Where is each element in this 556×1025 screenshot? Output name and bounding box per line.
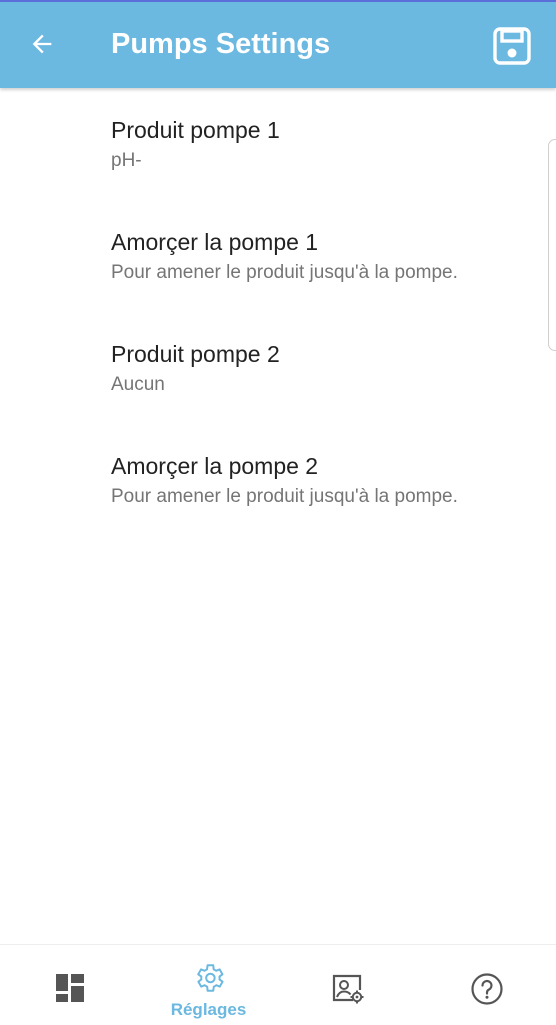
settings-list: Produit pompe 1 pH- Amorçer la pompe 1 P…: [0, 88, 556, 536]
setting-title: Produit pompe 2: [111, 341, 280, 367]
setting-item-amorcer-pompe-2[interactable]: Amorçer la pompe 2 Pour amener le produi…: [0, 424, 556, 536]
nav-item-reglages[interactable]: Réglages: [139, 945, 278, 1025]
setting-subtitle: pH-: [111, 150, 142, 171]
setting-subtitle: Pour amener le produit jusqu'à la pompe.: [111, 486, 458, 507]
setting-title: Produit pompe 1: [111, 117, 280, 143]
status-accent-line: [0, 0, 556, 2]
app-bar: Pumps Settings: [0, 0, 556, 88]
setting-title: Amorçer la pompe 2: [111, 453, 319, 479]
bottom-navigation: Réglages: [0, 944, 556, 1024]
nav-label-reglages: Réglages: [170, 1000, 247, 1019]
arrow-left-icon: [32, 34, 52, 54]
setting-item-produit-pompe-1[interactable]: Produit pompe 1 pH-: [0, 88, 556, 200]
side-edge-panel-handle[interactable]: [548, 139, 556, 351]
nav-item-image-settings[interactable]: [278, 945, 417, 1025]
save-button[interactable]: [490, 24, 534, 68]
dashboard-icon: [55, 973, 85, 1003]
image-settings-icon: [331, 973, 365, 1005]
setting-subtitle: Pour amener le produit jusqu'à la pompe.: [111, 262, 458, 283]
nav-item-help[interactable]: [417, 945, 556, 1025]
back-button[interactable]: [22, 24, 62, 64]
setting-subtitle: Aucun: [111, 374, 165, 395]
setting-item-amorcer-pompe-1[interactable]: Amorçer la pompe 1 Pour amener le produi…: [0, 200, 556, 312]
setting-title: Amorçer la pompe 1: [111, 229, 319, 255]
nav-item-dashboard[interactable]: [0, 945, 139, 1025]
floppy-disk-icon: [493, 27, 531, 65]
gear-icon: [192, 961, 226, 995]
page-title: Pumps Settings: [111, 28, 331, 60]
help-icon: [470, 972, 504, 1006]
setting-item-produit-pompe-2[interactable]: Produit pompe 2 Aucun: [0, 312, 556, 424]
